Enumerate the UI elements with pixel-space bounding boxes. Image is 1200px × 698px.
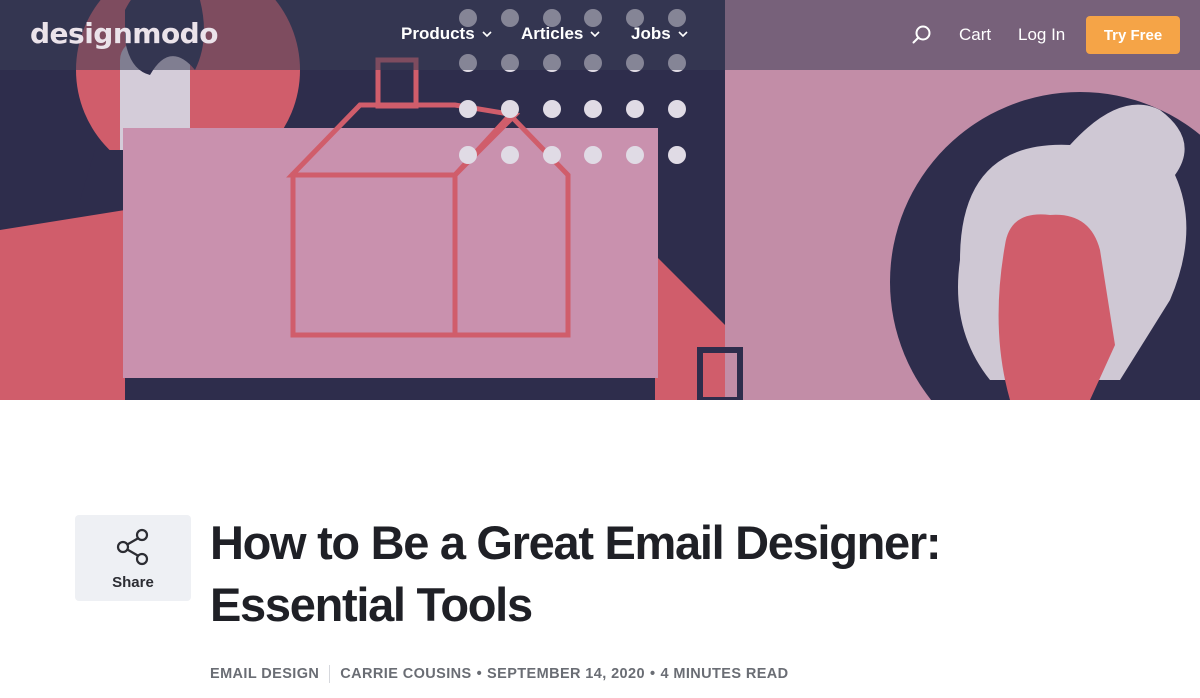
search-icon[interactable]: [911, 24, 933, 46]
nav-item-articles[interactable]: Articles: [521, 24, 600, 44]
author-link[interactable]: CARRIE COUSINS: [340, 666, 471, 682]
meta-dot: •: [649, 666, 656, 682]
cart-link[interactable]: Cart: [959, 25, 991, 45]
logo[interactable]: designmodo: [30, 17, 218, 50]
meta-divider: [329, 665, 331, 683]
article-meta: EMAIL DESIGN CARRIE COUSINS • SEPTEMBER …: [210, 665, 789, 683]
category-link[interactable]: EMAIL DESIGN: [210, 666, 319, 682]
try-free-button[interactable]: Try Free: [1086, 16, 1180, 54]
chevron-down-icon: [482, 31, 492, 38]
login-link[interactable]: Log In: [1018, 25, 1065, 45]
share-label: Share: [112, 574, 154, 591]
nav-item-label: Jobs: [631, 24, 671, 43]
article-title: How to Be a Great Email Designer: Essent…: [210, 516, 942, 631]
nav-item-label: Products: [401, 24, 475, 43]
chevron-down-icon: [678, 31, 688, 38]
nav-item-label: Articles: [521, 24, 584, 43]
share-button[interactable]: Share: [75, 515, 191, 601]
nav-item-products[interactable]: Products: [401, 24, 492, 44]
read-time: 4 MINUTES READ: [660, 666, 789, 682]
share-icon: [116, 528, 149, 566]
publish-date: SEPTEMBER 14, 2020: [487, 666, 645, 682]
chevron-down-icon: [590, 31, 600, 38]
nav-item-jobs[interactable]: Jobs: [631, 24, 688, 44]
top-nav: designmodo Products Articles Jobs Cart L…: [0, 0, 1200, 70]
meta-dot: •: [476, 666, 483, 682]
